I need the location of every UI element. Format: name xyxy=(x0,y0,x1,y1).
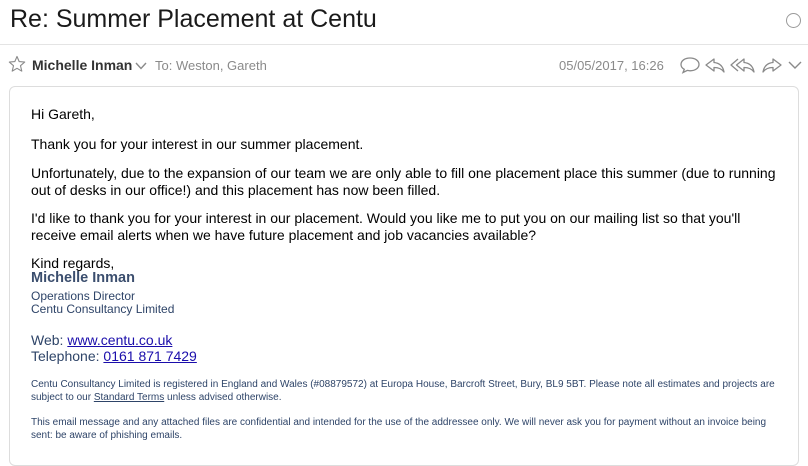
standard-terms-link[interactable]: Standard Terms xyxy=(94,392,164,403)
signature-title: Operations Director xyxy=(31,289,136,303)
status-circle-icon[interactable] xyxy=(786,13,801,28)
legal-notice: Centu Consultancy Limited is registered … xyxy=(31,378,781,404)
phone-label: Telephone: xyxy=(31,348,100,364)
website-link[interactable]: www.centu.co.uk xyxy=(67,332,172,348)
paragraph-2: Unfortunately, due to the expansion of o… xyxy=(31,165,776,198)
phone-link[interactable]: 0161 871 7429 xyxy=(103,348,196,364)
sender-name[interactable]: Michelle Inman xyxy=(32,57,132,73)
closing: Kind regards, xyxy=(31,255,115,271)
more-chevron-down-icon[interactable] xyxy=(786,55,804,73)
web-label: Web: xyxy=(31,332,64,348)
paragraph-3: I'd like to thank you for your interest … xyxy=(31,210,741,243)
signature-name: Michelle Inman xyxy=(31,270,135,286)
reply-all-icon[interactable] xyxy=(729,55,757,73)
message-date: 05/05/2017, 16:26 xyxy=(559,58,664,73)
web-line: Web: www.centu.co.uk xyxy=(31,332,172,348)
speech-bubble-icon[interactable] xyxy=(678,55,702,74)
forward-icon[interactable] xyxy=(760,55,784,73)
divider xyxy=(0,44,808,45)
subject-bar: Re: Summer Placement at Centu xyxy=(0,0,808,44)
paragraph-1: Thank you for your interest in our summe… xyxy=(31,136,364,152)
star-icon[interactable] xyxy=(8,55,26,73)
reply-icon[interactable] xyxy=(703,55,727,73)
to-label: To: xyxy=(155,58,173,73)
greeting: Hi Gareth, xyxy=(31,106,95,122)
email-subject: Re: Summer Placement at Centu xyxy=(10,5,377,33)
signature-company: Centu Consultancy Limited xyxy=(31,302,175,316)
recipient-names[interactable]: Weston, Gareth xyxy=(176,58,267,73)
chevron-down-icon[interactable] xyxy=(134,59,148,71)
legal-text-end: unless advised otherwise. xyxy=(167,392,282,403)
confidentiality-notice: This email message and any attached file… xyxy=(31,417,767,441)
phone-line: Telephone: 0161 871 7429 xyxy=(31,348,197,364)
message-header: Michelle Inman To: Weston, Gareth 05/05/… xyxy=(0,52,808,78)
